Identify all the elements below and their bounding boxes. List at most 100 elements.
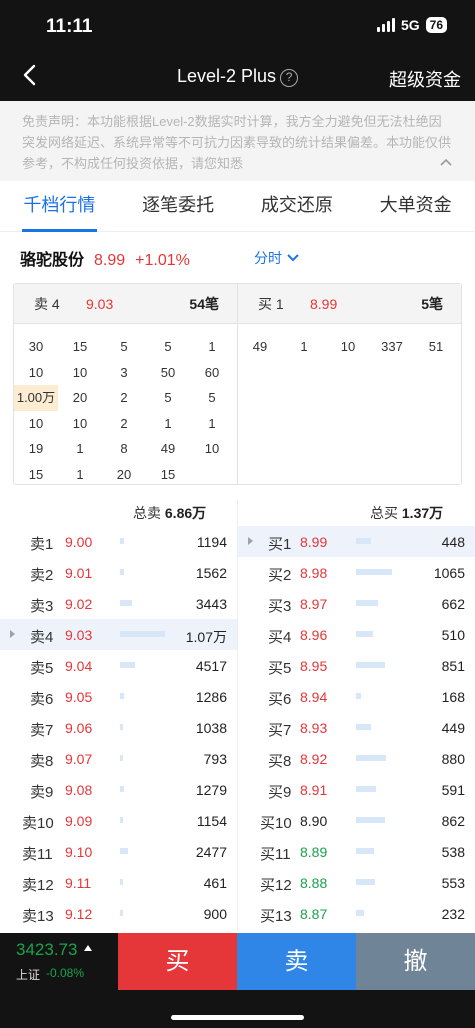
buy-level-price: 8.92 [300,751,328,767]
sell-volume-bar [120,693,124,699]
buy-level-row[interactable]: 买4 8.96 510 [238,619,475,650]
sell-level-price: 9.07 [65,751,93,767]
buy-level-price: 8.97 [300,596,328,612]
sell-level-price: 9.08 [65,782,93,798]
tab-order-by-order[interactable]: 逐笔委托 [119,181,238,231]
buy-level-label: 买11 [260,846,291,863]
total-buy: 总买 1.37万 [370,503,443,523]
sell-level-price: 9.12 [65,906,93,922]
buy-level-price: 8.96 [300,627,328,643]
buy-level-row[interactable]: 买3 8.97 662 [238,588,475,619]
index-change: -0.08% [46,966,85,980]
buy-volume-bar [356,848,374,854]
sell-volume-bar [120,538,124,544]
buy-level-row[interactable]: 买2 8.98 1065 [238,557,475,588]
tab-trade-restore[interactable]: 成交还原 [238,181,357,231]
sell-level-price: 9.05 [65,689,93,705]
sell-level-volume: 1562 [195,565,227,581]
tab-full-depth[interactable]: 千档行情 [0,181,119,232]
sell-queue-grid: 30 15 5 5 1 10 10 3 50 60 1.00万 20 2 5 5 10 10 2 1 1 19 1 8 49 1… [14,334,238,488]
buy-queue-price: 8.99 [310,296,338,312]
buy-level-row[interactable]: 买12 8.88 553 [238,867,475,898]
cancel-order-button[interactable]: 撤 [356,933,475,990]
home-indicator[interactable] [171,1015,304,1020]
total-sell-value: 6.86万 [164,505,207,521]
up-triangle-icon [84,945,92,951]
sell-level-row[interactable]: 卖9 9.08 1279 [0,774,237,805]
sell-level-row[interactable]: 卖2 9.01 1562 [0,557,237,588]
sell-level-row[interactable]: 卖10 9.09 1154 [0,805,237,836]
sell-queue-cell: 2 [120,415,128,431]
buy-level-volume: 448 [441,534,465,550]
sell-level-volume: 793 [203,751,227,767]
buy-level-label: 买8 [268,753,292,770]
buy-queue-cell: 51 [428,339,444,354]
sell-button[interactable]: 卖 [237,933,356,990]
buy-level-price: 8.98 [300,565,328,581]
sell-queue-cell: 1 [164,415,172,431]
sell-queue-cell: 5 [208,390,216,406]
tab-bar: 千档行情 逐笔委托 成交还原 大单资金 [0,181,475,232]
tab-large-order-funds[interactable]: 大单资金 [356,181,475,231]
sell-level-row[interactable]: 卖11 9.10 2477 [0,836,237,867]
super-funds-link[interactable]: 超级资金 [389,66,461,92]
sell-queue-cell: 5 [164,339,172,354]
buy-level-row[interactable]: 买1 8.99 448 [238,526,475,557]
index-value: 3423.73 [16,940,78,959]
page-title-text: Level-2 Plus [176,66,277,86]
buy-level-row[interactable]: 买10 8.90 862 [238,805,475,836]
buy-level-row[interactable]: 买8 8.92 880 [238,743,475,774]
sell-level-row[interactable]: 卖1 9.00 1194 [0,526,237,557]
sell-level-volume: 3443 [195,596,227,612]
disclaimer: 免责声明：本功能根据Level-2数据实时计算，我方全力避免但无法杜绝因突发网络… [0,101,475,181]
sell-level-row[interactable]: 卖8 9.07 793 [0,743,237,774]
help-icon[interactable]: ? [280,69,299,87]
sell-level-volume: 1154 [196,813,227,829]
sell-level-volume: 4517 [195,658,227,674]
buy-level-label: 买2 [268,567,292,584]
buy-button[interactable]: 买 [118,933,237,990]
sell-level-row[interactable]: 卖6 9.05 1286 [0,681,237,712]
status-indicators: 5G 76 [376,17,447,33]
index-ticker[interactable]: 3423.73 上证 -0.08% [0,933,118,990]
collapse-chevron-icon[interactable] [439,157,453,167]
sell-level-row[interactable]: 卖13 9.12 900 [0,898,237,929]
sell-level-row[interactable]: 卖5 9.04 4517 [0,650,237,681]
buy-level-label: 买1 [268,536,292,553]
buy-level-row[interactable]: 买11 8.89 538 [238,836,475,867]
status-time: 11:11 [46,16,93,37]
network-type: 5G [400,17,420,33]
sell-queue[interactable]: 卖 4 9.03 54笔 30 15 5 5 1 10 10 3 50 60 1.00万 20 2 5 5 1… [14,284,238,484]
buy-level-volume: 168 [441,689,465,705]
sell-volume-bar [120,879,123,885]
buy-level-price: 8.89 [300,844,328,860]
sell-level-row[interactable]: 卖12 9.11 461 [0,867,237,898]
sell-volume-bar [120,848,128,854]
sell-level-row[interactable]: 卖4 9.03 1.07万 [0,619,237,650]
selected-marker-icon [248,537,253,545]
buy-level-row[interactable]: 买5 8.95 851 [238,650,475,681]
sell-queue-cell: 1 [208,339,216,354]
sell-queue-header: 卖 4 9.03 54笔 [14,284,237,324]
buy-volume-bar [356,910,364,916]
total-buy-label: 总买 [370,505,398,521]
sell-queue-cell: 15 [72,339,88,354]
sell-level-row[interactable]: 卖7 9.06 1038 [0,712,237,743]
buy-level-row[interactable]: 买9 8.91 591 [238,774,475,805]
sell-level-price: 9.03 [65,627,93,643]
sell-queue-cell: 10 [28,364,44,380]
home-area [0,990,475,1028]
buy-level-label: 买4 [268,629,292,646]
buy-level-volume: 1065 [433,565,465,581]
buy-level-row[interactable]: 买6 8.94 168 [238,681,475,712]
sell-level-label: 卖4 [30,629,54,646]
buy-queue[interactable]: 买 1 8.99 5笔 49 1 10 337 51 [238,284,461,484]
buy-level-row[interactable]: 买13 8.87 232 [238,898,475,929]
index-name: 上证 [16,968,41,982]
sell-level-volume: 461 [203,875,227,891]
view-mode-dropdown[interactable]: 分时 [254,248,300,268]
sell-queue-cell: 49 [160,441,176,457]
buy-level-price: 8.94 [300,689,328,705]
sell-level-row[interactable]: 卖3 9.02 3443 [0,588,237,619]
buy-level-row[interactable]: 买7 8.93 449 [238,712,475,743]
